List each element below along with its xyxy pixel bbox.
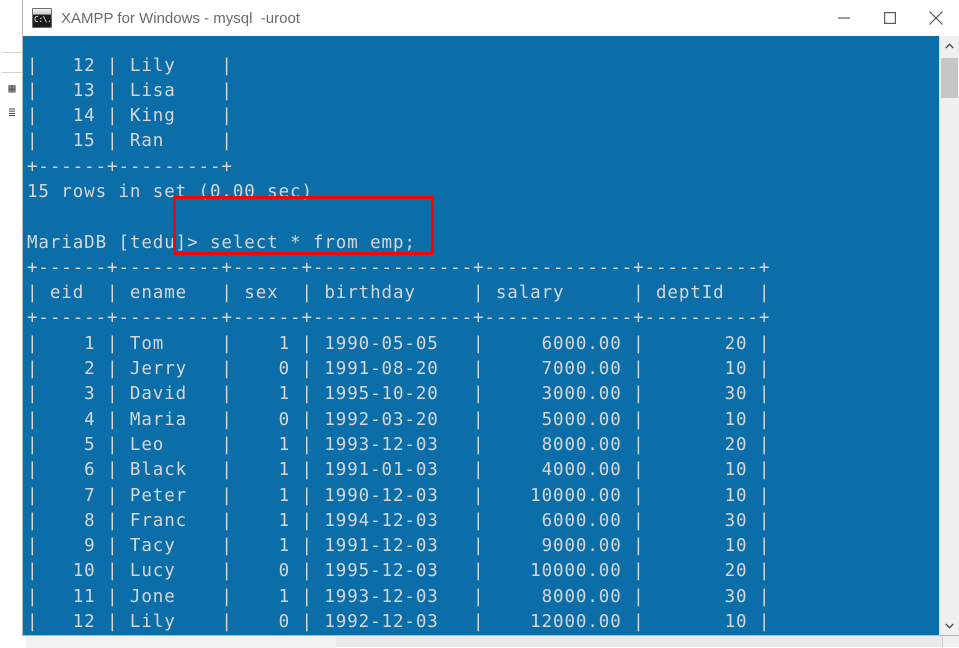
- list-icon: ≣: [8, 105, 16, 119]
- console-icon-glyph: C:\.: [34, 15, 52, 24]
- terminal-output-area[interactable]: | 12 | Lily | | 13 | Lisa | | 14 | King …: [23, 36, 959, 635]
- close-button[interactable]: [913, 1, 959, 36]
- chevron-up-icon: [945, 42, 954, 48]
- scroll-up-arrow-icon[interactable]: [940, 36, 959, 55]
- background-divider: [2, 72, 24, 73]
- window-title: XAMPP for Windows - mysql -uroot: [61, 9, 300, 27]
- terminal-text: | 12 | Lily | | 13 | Lisa | | 14 | King …: [27, 55, 771, 633]
- window-titlebar[interactable]: C:\. XAMPP for Windows - mysql -uroot: [23, 0, 959, 37]
- close-icon: [929, 11, 943, 25]
- minimize-icon: [838, 17, 850, 19]
- scroll-down-arrow-icon[interactable]: [940, 616, 959, 635]
- scrollbar-thumb[interactable]: [941, 58, 958, 98]
- chevron-down-icon: [945, 623, 954, 629]
- minimize-button[interactable]: [821, 1, 867, 36]
- vertical-scrollbar[interactable]: [939, 36, 959, 635]
- maximize-button[interactable]: [867, 1, 913, 36]
- console-window: C:\. XAMPP for Windows - mysql -uroot | …: [23, 0, 959, 635]
- maximize-icon: [884, 12, 896, 24]
- console-icon: C:\.: [32, 8, 52, 28]
- background-divider: [2, 52, 24, 53]
- grid-icon: ▦: [8, 81, 16, 95]
